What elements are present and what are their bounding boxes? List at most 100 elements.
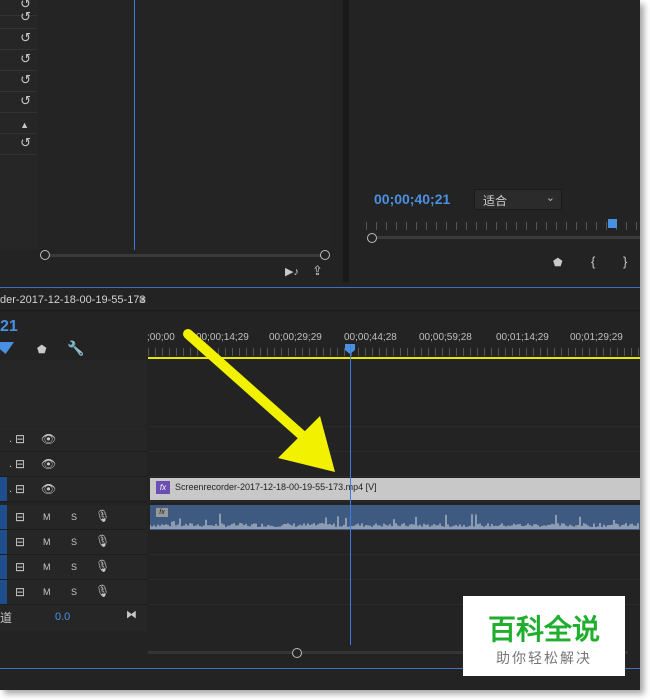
track-lock-icon[interactable]: . xyxy=(9,458,12,470)
watermark-title: 百科全说 xyxy=(487,614,600,645)
effect-property-row: ↺ xyxy=(0,28,37,50)
panel-separator xyxy=(0,287,640,288)
toggle-sync-icon[interactable]: ⊟ xyxy=(15,535,25,549)
mute-button[interactable]: M xyxy=(43,562,51,572)
audio-track-header: ⊟ M S 🎙 xyxy=(0,555,147,580)
effect-property-row: ↺ xyxy=(0,133,37,155)
audio-clip[interactable]: fx xyxy=(150,505,640,530)
zoom-fit-value: 适合 xyxy=(483,194,508,208)
master-go-to-icon[interactable]: ⧓ xyxy=(126,608,137,621)
timeline-header-divider xyxy=(0,310,640,311)
scroll-left-handle[interactable] xyxy=(40,250,50,260)
arrow-shaft xyxy=(183,329,310,443)
collapse-icon[interactable]: ▲ xyxy=(20,118,29,132)
ruler-label: 00;01;14;29 xyxy=(496,332,549,343)
mute-button[interactable]: M xyxy=(43,537,51,547)
effect-property-row: ↺ xyxy=(0,7,37,29)
premiere-window: ↺ ↺ ↺ ↺ ↺ ↺ ▲ ↺ ▶♪ ⇪ 00;00;40;21 适合 ⌄ ⬟ { } der… xyxy=(0,0,640,690)
track-target-tab[interactable] xyxy=(0,580,7,604)
eye-icon[interactable]: 👁 xyxy=(41,432,56,446)
solo-button[interactable]: S xyxy=(71,587,77,597)
audio-track-header: ⊟ M S 🎙 xyxy=(0,505,147,530)
master-track-header xyxy=(0,605,147,631)
master-track-label: 道 xyxy=(0,611,13,625)
annotation-arrow xyxy=(183,329,335,472)
track-target-tab[interactable] xyxy=(0,530,7,554)
reset-parameter-icon[interactable]: ↺ xyxy=(20,31,31,45)
export-audio-icon[interactable]: ▶♪ xyxy=(285,265,299,278)
reset-parameter-icon[interactable]: ↺ xyxy=(20,73,31,87)
add-marker-icon[interactable]: ⬟ xyxy=(37,343,47,356)
scroll-right-handle[interactable] xyxy=(320,250,330,260)
mute-button[interactable]: M xyxy=(43,587,51,597)
track-lock-icon[interactable]: . xyxy=(9,483,12,495)
toggle-sync-icon[interactable]: ⊟ xyxy=(15,560,25,574)
program-timecode[interactable]: 00;00;40;21 xyxy=(374,191,450,207)
solo-button[interactable]: S xyxy=(71,562,77,572)
effect-property-row: ▲ xyxy=(0,112,37,134)
audio-track-header: ⊟ M S 🎙 xyxy=(0,580,147,605)
master-volume-value[interactable]: 0.0 xyxy=(55,611,70,623)
effect-controls-timeline[interactable] xyxy=(37,0,332,250)
export-frame-icon[interactable]: ⇪ xyxy=(312,263,323,279)
reset-parameter-icon[interactable]: ↺ xyxy=(20,10,31,24)
microphone-icon[interactable]: 🎙 xyxy=(95,559,110,573)
sequence-timecode[interactable]: 21 xyxy=(0,318,18,336)
track-target-tab[interactable] xyxy=(0,555,7,579)
track-target-tab[interactable] xyxy=(0,477,7,501)
effect-controls-scrollbar[interactable] xyxy=(44,254,328,257)
audio-track-header: ⊟ M S 🎙 xyxy=(0,530,147,555)
fx-badge: fx xyxy=(156,481,170,494)
mute-button[interactable]: M xyxy=(43,512,51,522)
hamburger-menu-icon[interactable]: ≡ xyxy=(139,293,146,307)
toggle-sync-icon[interactable]: ⊟ xyxy=(15,585,25,599)
program-scroll-handle[interactable] xyxy=(367,233,377,243)
reset-parameter-icon[interactable]: ↺ xyxy=(20,52,31,66)
sequence-tab-name[interactable]: der-2017-12-18-00-19-55-173 xyxy=(0,294,146,306)
effect-property-row: ↺ xyxy=(0,70,37,92)
zoom-fit-select[interactable]: 适合 ⌄ xyxy=(474,189,562,210)
video-track-header: . ⊟ 👁 xyxy=(0,452,147,477)
mark-in-icon[interactable]: { xyxy=(591,254,595,269)
microphone-icon[interactable]: 🎙 xyxy=(95,509,110,523)
track-target-tab[interactable] xyxy=(0,505,7,529)
reset-parameter-icon[interactable]: ↺ xyxy=(20,94,31,108)
solo-button[interactable]: S xyxy=(71,512,77,522)
solo-button[interactable]: S xyxy=(71,537,77,547)
mark-out-icon[interactable]: } xyxy=(623,254,627,269)
toggle-sync-icon[interactable]: ⊟ xyxy=(15,457,25,471)
program-ruler[interactable] xyxy=(366,222,640,230)
watermark-subtitle: 助你轻松解决 xyxy=(496,650,592,666)
ruler-label: 00;00;59;28 xyxy=(419,332,472,343)
effect-property-row: ↺ xyxy=(0,49,37,71)
add-marker-icon[interactable]: ⬟ xyxy=(553,256,563,269)
toggle-sync-icon[interactable]: ⊟ xyxy=(15,482,25,496)
watermark: 百科全说 助你轻松解决 xyxy=(463,596,625,676)
reset-parameter-icon[interactable]: ↺ xyxy=(20,136,31,150)
video-track-header: . ⊟ 👁 xyxy=(0,427,147,452)
timeline-scroll-handle[interactable] xyxy=(292,648,302,658)
effect-controls-properties: ↺ ↺ ↺ ↺ ↺ ↺ ▲ ↺ xyxy=(0,0,37,250)
toggle-sync-icon[interactable]: ⊟ xyxy=(15,510,25,524)
ruler-label: 00;01;29;29 xyxy=(570,332,623,343)
chevron-down-icon: ⌄ xyxy=(545,192,555,204)
audio-track-area[interactable] xyxy=(148,555,640,580)
program-scrollbar[interactable] xyxy=(372,236,640,239)
track-lock-icon[interactable]: . xyxy=(9,433,12,445)
program-monitor xyxy=(349,0,640,282)
microphone-icon[interactable]: 🎙 xyxy=(95,584,110,598)
waveform-path xyxy=(150,513,639,529)
effect-controls-playhead[interactable] xyxy=(134,0,135,250)
eye-icon[interactable]: 👁 xyxy=(41,457,56,471)
program-playhead-marker[interactable] xyxy=(608,219,617,228)
video-track-header: . ⊟ 👁 xyxy=(0,477,147,502)
wrench-icon[interactable]: 🔧 xyxy=(67,340,84,357)
effect-property-row: ↺ xyxy=(0,91,37,113)
microphone-icon[interactable]: 🎙 xyxy=(95,534,110,548)
toggle-sync-icon[interactable]: ⊟ xyxy=(15,432,25,446)
audio-waveform xyxy=(150,513,639,529)
audio-track-area[interactable] xyxy=(148,530,640,555)
track-header-empty xyxy=(0,360,147,426)
snap-tool-icon[interactable] xyxy=(0,342,14,354)
eye-icon[interactable]: 👁 xyxy=(41,482,56,496)
